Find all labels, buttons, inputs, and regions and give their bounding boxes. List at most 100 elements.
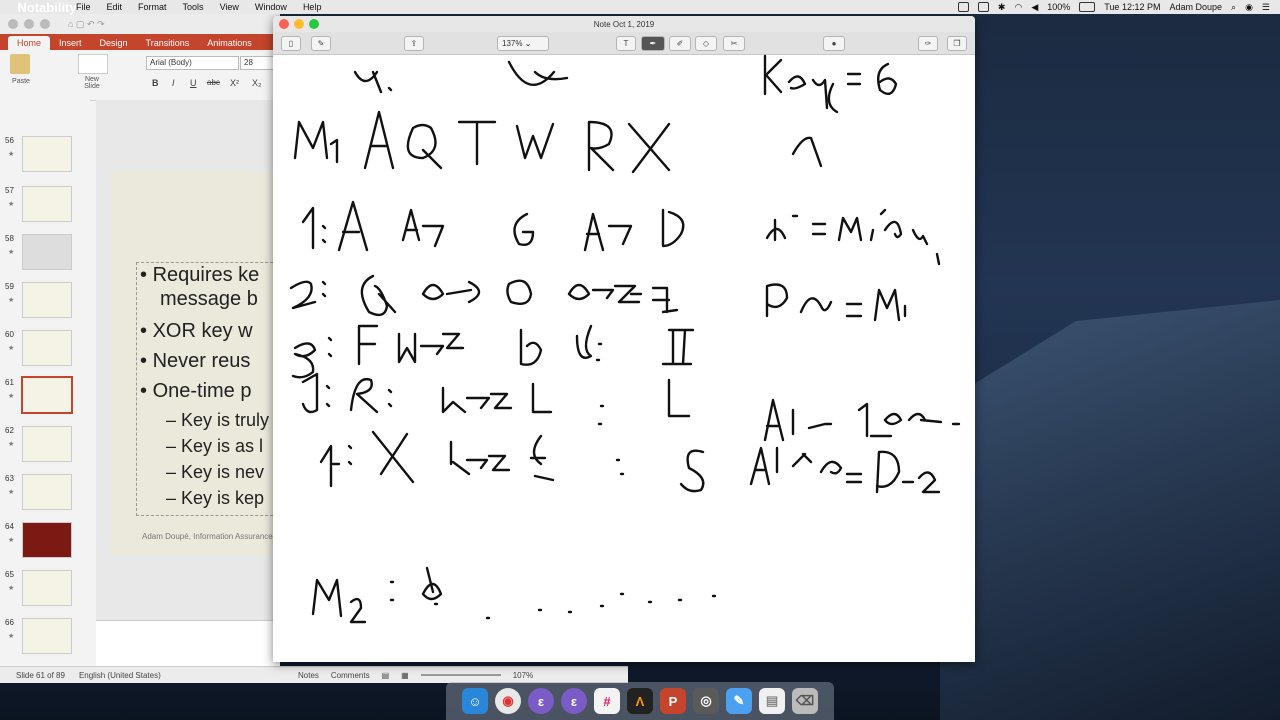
photo-booth-icon[interactable]: ◎ [693, 688, 719, 714]
sidebar-icon[interactable]: ▯ [281, 36, 301, 51]
menu-edit[interactable]: Edit [99, 2, 131, 12]
thumb-number: 56 [5, 136, 14, 145]
slide-sub-bullet: – Key is truly [166, 410, 270, 430]
menu-tools[interactable]: Tools [175, 2, 212, 12]
slide-thumbnail[interactable] [22, 618, 72, 654]
camera-icon[interactable] [977, 2, 989, 12]
close-button[interactable] [279, 19, 289, 29]
thumb-number: 62 [5, 426, 14, 435]
share-icon[interactable]: ⇪ [404, 36, 424, 51]
ribbon-tabs: Home Insert Design Transitions Animation… [0, 34, 280, 50]
italic-button[interactable]: I [172, 78, 175, 88]
microphone-icon[interactable]: ● [823, 36, 845, 51]
menu-app-name[interactable]: Notability [17, 0, 76, 20]
slide-thumbnail-pane: 56 ★ 57 ★ 58 ★ 59 ★ 60 ★ 61 ★ 62 ★ 63 ★ … [0, 100, 90, 674]
normal-view-icon[interactable]: ▤ [382, 671, 390, 680]
user-name[interactable]: Adam Doupe [1169, 2, 1222, 12]
emacs-icon[interactable]: ε [561, 688, 587, 714]
status-slide-count: Slide 61 of 89 [16, 670, 65, 680]
star-icon: ★ [8, 297, 15, 304]
subscript-button[interactable]: X₂ [252, 78, 262, 88]
superscript-button[interactable]: X² [230, 78, 239, 88]
strikethrough-button[interactable]: abc [207, 78, 220, 87]
slide-thumbnail[interactable] [22, 330, 72, 366]
zoom-slider[interactable] [420, 674, 501, 676]
status-bar: Slide 61 of 89 English (United States) [0, 666, 280, 683]
highlighter-icon[interactable]: ✐ [669, 36, 691, 51]
quick-access-icons[interactable]: ⌂ ▢ ↶ ↷ [68, 19, 105, 30]
dock: ☺ ◉ ε ε # Λ P ◎ ✎ ▤ ⌫ [446, 682, 834, 720]
volume-icon[interactable]: ◀ [1031, 2, 1038, 13]
siri-icon[interactable]: ◉ [1245, 2, 1253, 13]
clock[interactable]: Tue 12:12 PM [1104, 2, 1160, 12]
ink-icon[interactable]: Λ [627, 688, 653, 714]
notability-dock-icon[interactable]: ✎ [726, 688, 752, 714]
pen-settings-icon[interactable]: ✑ [918, 36, 938, 51]
battery-percent[interactable]: 100% [1047, 2, 1070, 12]
slide-thumbnail[interactable] [22, 234, 72, 270]
document-icon[interactable]: ▤ [759, 688, 785, 714]
underline-button[interactable]: U [190, 78, 197, 88]
pages-icon[interactable]: ❐ [947, 36, 967, 51]
paste-button-label[interactable]: Paste [6, 78, 36, 85]
battery-icon[interactable] [1079, 2, 1096, 12]
bluetooth-icon[interactable]: ✱ [998, 2, 1006, 13]
powerpoint-icon[interactable]: P [660, 688, 686, 714]
comments-toggle[interactable]: Comments [331, 671, 370, 680]
slide-bullet: message b [160, 288, 258, 310]
menu-file[interactable]: File [68, 2, 99, 12]
eraser-icon[interactable]: ◇ [695, 36, 717, 51]
tab-animations[interactable]: Animations [198, 36, 261, 50]
tab-transitions[interactable]: Transitions [137, 36, 199, 50]
minimize-button[interactable] [24, 19, 34, 29]
slide-thumbnail[interactable] [22, 282, 72, 318]
menu-view[interactable]: View [212, 2, 247, 12]
current-slide[interactable]: • Requires ke message b • XOR key w • Ne… [110, 172, 288, 556]
menu-window[interactable]: Window [247, 2, 295, 12]
sorter-view-icon[interactable]: ▦ [401, 671, 409, 680]
thumb-number: 61 [5, 378, 14, 387]
menu-format[interactable]: Format [130, 2, 175, 12]
new-slide-icon[interactable] [78, 54, 108, 74]
screen-record-icon[interactable] [957, 2, 969, 12]
bold-button[interactable]: B [152, 78, 159, 88]
zoom-button[interactable] [40, 19, 50, 29]
font-name-select[interactable]: Arial (Body) [146, 56, 239, 70]
minimize-button[interactable] [294, 19, 304, 29]
menu-help[interactable]: Help [295, 2, 330, 12]
tab-design[interactable]: Design [91, 36, 137, 50]
emacs-icon[interactable]: ε [528, 688, 554, 714]
text-tool-icon[interactable]: T [616, 36, 636, 51]
tab-home[interactable]: Home [8, 36, 51, 50]
font-size-select[interactable]: 28 [240, 56, 275, 70]
lasso-icon[interactable]: ✂ [723, 36, 745, 51]
star-icon: ★ [8, 441, 15, 448]
new-slide-label[interactable]: New Slide [78, 76, 106, 90]
status-language: English (United States) [78, 670, 161, 680]
finder-icon[interactable]: ☺ [462, 688, 488, 714]
star-icon: ★ [8, 489, 15, 496]
chrome-icon[interactable]: ◉ [495, 688, 521, 714]
close-button[interactable] [8, 19, 18, 29]
trash-icon[interactable]: ⌫ [792, 688, 818, 714]
zoom-select[interactable]: 137% ⌄ [497, 36, 549, 51]
slide-thumbnail[interactable] [22, 474, 72, 510]
edit-icon[interactable]: ✎ [311, 36, 331, 51]
slide-thumbnail[interactable] [22, 570, 72, 606]
slide-thumbnail[interactable] [22, 186, 72, 222]
star-icon: ★ [8, 249, 15, 256]
slide-thumbnail[interactable] [22, 426, 72, 462]
slack-icon[interactable]: # [594, 688, 620, 714]
paste-icon[interactable] [10, 54, 30, 74]
zoom-button[interactable] [309, 19, 319, 29]
pen-tool-icon[interactable]: ✒ [641, 36, 665, 51]
search-icon[interactable]: ⌕ [1231, 2, 1236, 13]
note-canvas[interactable] [273, 54, 975, 662]
notification-center-icon[interactable]: ☰ [1262, 2, 1270, 13]
slide-thumbnail[interactable] [22, 522, 72, 558]
slide-thumbnail-selected[interactable] [21, 376, 73, 414]
tab-insert[interactable]: Insert [50, 36, 91, 50]
wifi-icon[interactable]: ◠ [1014, 2, 1022, 13]
slide-thumbnail[interactable] [22, 136, 72, 172]
notes-toggle[interactable]: Notes [298, 671, 319, 680]
